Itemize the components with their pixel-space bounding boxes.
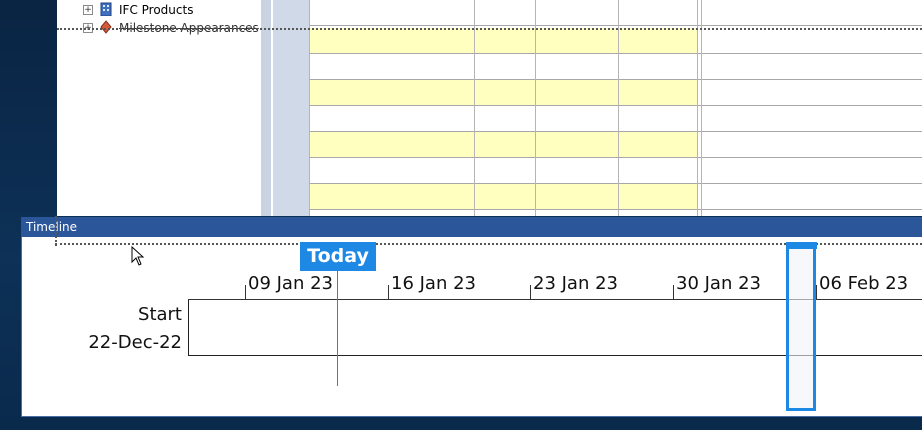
tick-label: 23 Jan 23 xyxy=(533,273,618,294)
expand-icon[interactable]: + xyxy=(83,5,93,15)
grid-row[interactable] xyxy=(309,54,922,80)
grid-divider xyxy=(309,0,310,216)
today-marker-label: Today xyxy=(300,242,376,271)
grid-row[interactable] xyxy=(309,28,922,54)
grid-row[interactable] xyxy=(309,132,922,158)
grid-row[interactable] xyxy=(309,184,922,210)
grid-row[interactable] xyxy=(309,158,922,184)
grid-divider xyxy=(535,0,536,216)
grid-divider xyxy=(618,0,619,216)
tick-label: 16 Jan 23 xyxy=(391,273,476,294)
tick-mark xyxy=(530,285,531,299)
timeline-title-bar[interactable]: Timeline xyxy=(21,217,922,237)
grid-row[interactable] xyxy=(309,80,922,106)
grid-row[interactable] xyxy=(309,0,922,26)
grid-divider xyxy=(697,0,698,216)
selection-handle-cap[interactable] xyxy=(786,242,817,249)
pane-splitter[interactable] xyxy=(261,0,271,216)
milestone-diamond-icon xyxy=(100,20,112,34)
building-icon xyxy=(100,2,112,16)
gantt-chart-window: + IFC Products + Milestone Appearances xyxy=(57,0,922,216)
today-marker-line xyxy=(337,271,338,386)
tree-item-label: IFC Products xyxy=(119,3,194,17)
grid-divider xyxy=(701,0,702,216)
drag-outline xyxy=(55,216,57,246)
row-header-column xyxy=(273,0,310,216)
mouse-pointer-icon xyxy=(131,246,145,266)
tick-mark xyxy=(673,285,674,299)
gantt-grid xyxy=(309,0,922,216)
tick-label: 06 Feb 23 xyxy=(819,273,909,294)
timeline-selection-handle[interactable] xyxy=(786,246,816,411)
drag-outline xyxy=(57,28,922,30)
tree-pane: + IFC Products + Milestone Appearances xyxy=(57,0,262,216)
tick-mark xyxy=(816,285,817,299)
tick-mark xyxy=(388,285,389,299)
grid-row[interactable] xyxy=(309,106,922,132)
tick-label: 30 Jan 23 xyxy=(676,273,761,294)
grid-divider xyxy=(474,0,475,216)
tree-item-ifc-products[interactable]: + IFC Products xyxy=(57,1,261,19)
timeline-title: Timeline xyxy=(26,220,78,234)
start-label: Start xyxy=(138,304,182,325)
start-date: 22-Dec-22 xyxy=(88,332,182,353)
tick-mark xyxy=(245,285,246,299)
tick-label: 09 Jan 23 xyxy=(248,273,333,294)
